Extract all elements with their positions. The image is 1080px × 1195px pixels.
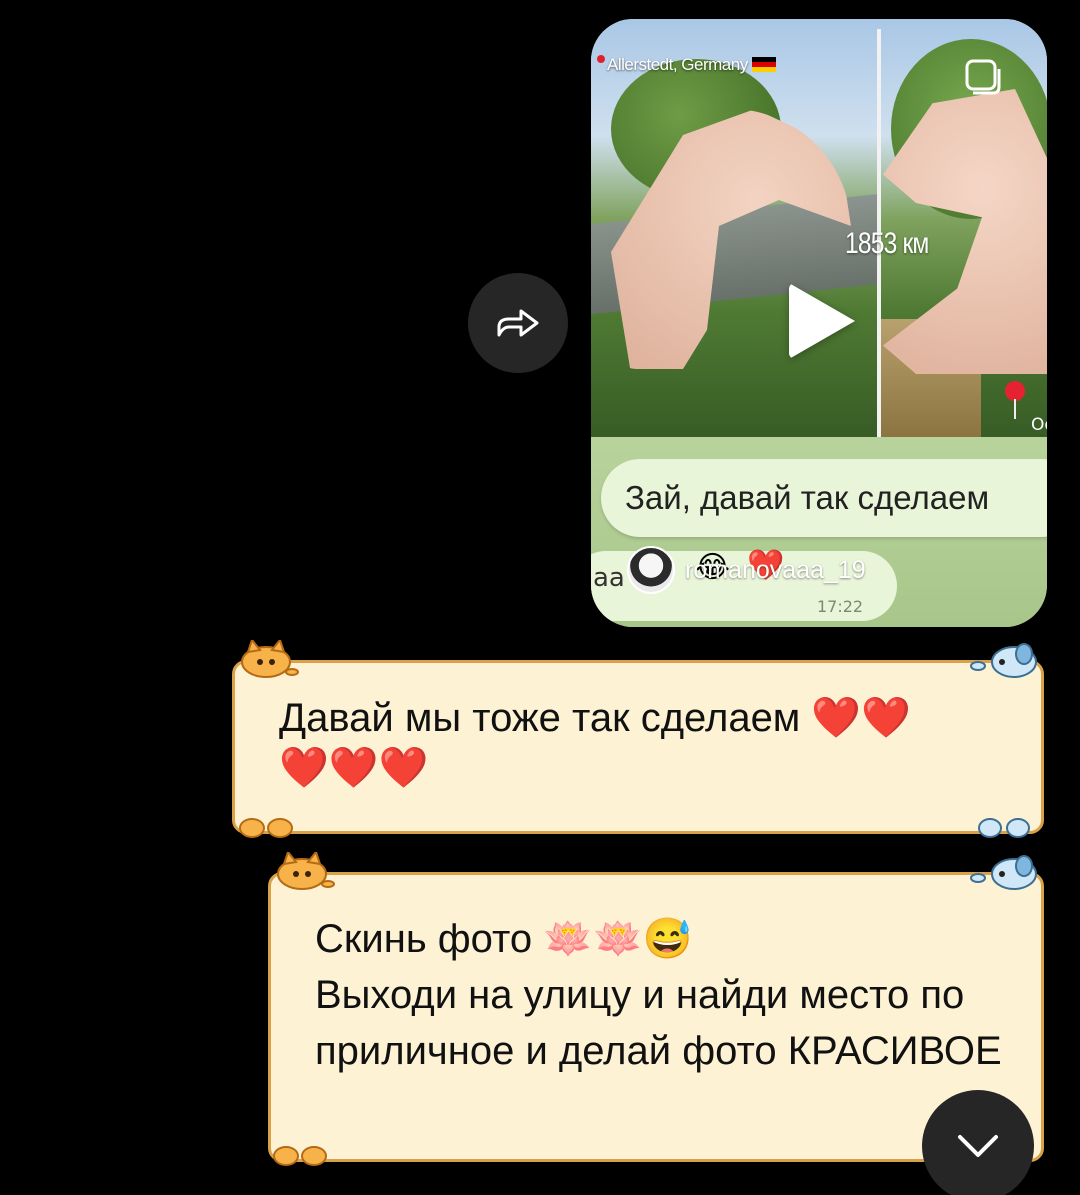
reel-chat-text: Зай, давай так сделаем xyxy=(625,479,990,516)
chevron-down-icon xyxy=(958,1135,998,1157)
cat-sticker-icon xyxy=(241,640,299,678)
reel-corner-text: Od xyxy=(1031,415,1047,435)
share-arrow-icon xyxy=(497,309,539,337)
reel-author[interactable]: romanovaaa_19 xyxy=(627,546,866,594)
reel-chat-text-2: аа xyxy=(593,563,625,593)
scroll-down-button[interactable] xyxy=(922,1090,1034,1195)
reels-icon xyxy=(965,59,1001,95)
reel-thumbnail: Allerstedt, Germany 1853 км Od xyxy=(591,19,1047,437)
message-text: Давай мы тоже так сделаем ❤️❤️ ❤️❤️❤️ xyxy=(279,696,912,790)
reel-chat-time: 17:22 xyxy=(817,597,864,616)
play-icon[interactable] xyxy=(789,283,855,359)
reel-location-label: Allerstedt, Germany xyxy=(607,55,776,75)
dog-sticker-icon xyxy=(970,643,1037,678)
reel-username: romanovaaa_19 xyxy=(685,555,866,584)
chat-screen: Allerstedt, Germany 1853 км Od Зай, дава… xyxy=(0,0,1080,1195)
shared-reel-card[interactable]: Allerstedt, Germany 1853 км Od Зай, дава… xyxy=(591,19,1047,627)
message-text: Скинь фото 🪷🪷😅 Выходи на улицу и найди м… xyxy=(315,917,1002,1073)
cat-paws-icon xyxy=(239,818,293,838)
reel-distance-label: 1853 км xyxy=(845,227,929,260)
cat-sticker-icon xyxy=(277,852,335,890)
cat-paws-icon xyxy=(273,1146,327,1166)
dog-paws-icon xyxy=(978,818,1030,838)
dog-sticker-icon xyxy=(970,855,1037,890)
location-pin-icon xyxy=(597,55,605,63)
message-bubble[interactable]: Давай мы тоже так сделаем ❤️❤️ ❤️❤️❤️ xyxy=(232,660,1044,834)
message-bubble[interactable]: Скинь фото 🪷🪷😅 Выходи на улицу и найди м… xyxy=(268,872,1044,1162)
map-pin-icon xyxy=(1005,381,1025,401)
share-button[interactable] xyxy=(468,273,568,373)
avatar xyxy=(627,546,675,594)
germany-flag-icon xyxy=(751,57,776,72)
